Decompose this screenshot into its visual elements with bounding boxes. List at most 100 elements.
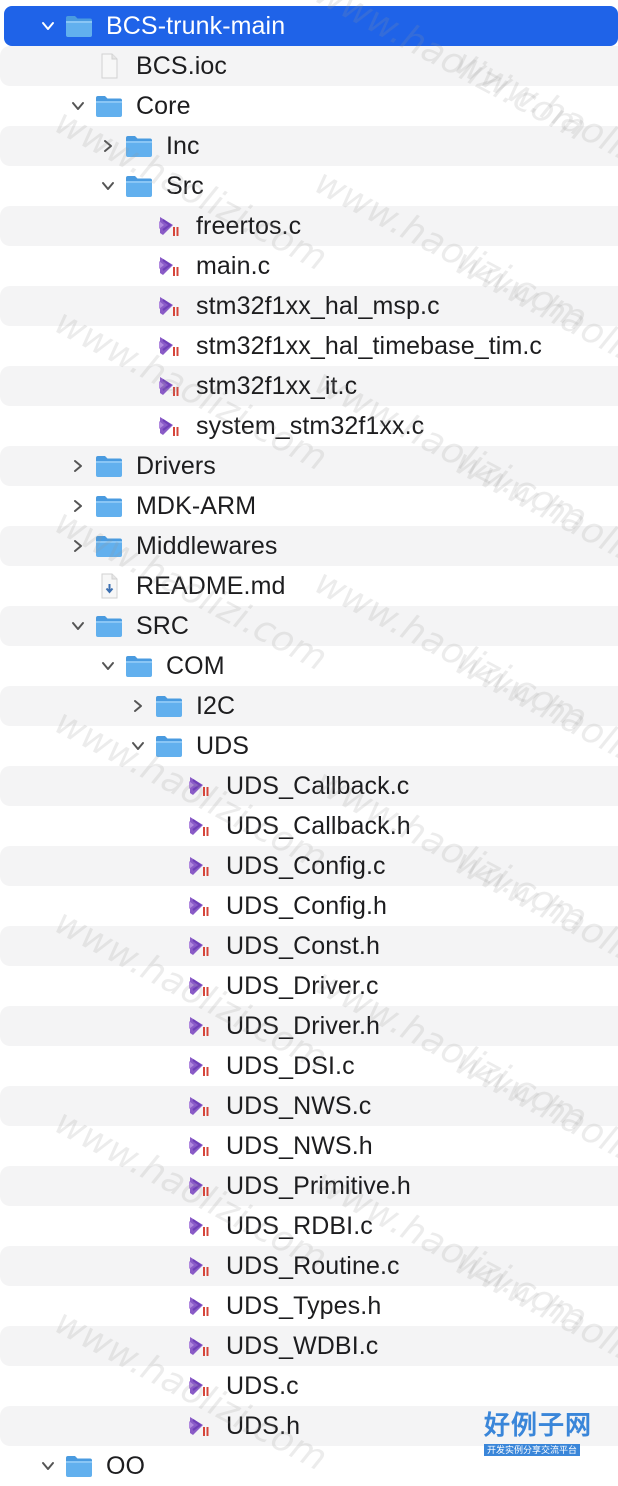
item-label: Src [166,172,204,200]
file-row[interactable]: UDS_Types.h [0,1286,618,1326]
file-row[interactable]: UDS_Callback.h [0,806,618,846]
file-row[interactable]: UDS_RDBI.c [0,1206,618,1246]
item-label: UDS_Callback.c [226,772,410,800]
folder-icon [64,12,94,40]
file-row[interactable]: UDS_Callback.c [0,766,618,806]
file-row[interactable]: UDS_NWS.c [0,1086,618,1126]
chevron-right-icon[interactable] [100,138,116,154]
file-row[interactable]: freertos.c [0,206,618,246]
source-file-icon [184,1372,214,1400]
item-label: UDS_Const.h [226,932,380,960]
folder-icon [124,172,154,200]
item-label: UDS_NWS.c [226,1092,372,1120]
source-file-icon [184,1052,214,1080]
item-label: Middlewares [136,532,278,560]
source-file-icon [184,1212,214,1240]
file-row[interactable]: main.c [0,246,618,286]
item-label: BCS.ioc [136,52,228,80]
file-row[interactable]: stm32f1xx_hal_msp.c [0,286,618,326]
item-label: UDS_Driver.h [226,1012,381,1040]
source-file-icon [184,812,214,840]
source-file-icon [154,332,184,360]
folder-row[interactable]: BCS-trunk-main [4,6,618,46]
folder-row[interactable]: OO [0,1446,618,1486]
chevron-right-icon[interactable] [70,498,86,514]
file-row[interactable]: UDS_Config.c [0,846,618,886]
file-row[interactable]: BCS.ioc [0,46,618,86]
item-label: README.md [136,572,286,600]
file-row[interactable]: stm32f1xx_it.c [0,366,618,406]
folder-row[interactable]: UDS [0,726,618,766]
markdown-file-icon [94,572,124,600]
folder-row[interactable]: Middlewares [0,526,618,566]
file-row[interactable]: UDS_Const.h [0,926,618,966]
file-row[interactable]: UDS.c [0,1366,618,1406]
chevron-down-icon[interactable] [70,98,86,114]
item-label: system_stm32f1xx.c [196,412,425,440]
item-label: UDS_Types.h [226,1292,382,1320]
source-file-icon [154,252,184,280]
item-label: UDS_WDBI.c [226,1332,379,1360]
file-tree: BCS-trunk-main BCS.ioc Core Inc Src freertos.… [0,0,618,1480]
folder-row[interactable]: SRC [0,606,618,646]
source-file-icon [184,1132,214,1160]
item-label: MDK-ARM [136,492,257,520]
folder-icon [94,92,124,120]
item-label: UDS_Primitive.h [226,1172,411,1200]
chevron-down-icon[interactable] [130,738,146,754]
folder-row[interactable]: Core [0,86,618,126]
item-label: UDS_Routine.c [226,1252,400,1280]
item-label: Inc [166,132,200,160]
folder-icon [124,132,154,160]
chevron-right-icon[interactable] [70,538,86,554]
folder-row[interactable]: I2C [0,686,618,726]
source-file-icon [154,412,184,440]
file-row[interactable]: stm32f1xx_hal_timebase_tim.c [0,326,618,366]
folder-row[interactable]: Drivers [0,446,618,486]
folder-row[interactable]: MDK-ARM [0,486,618,526]
source-file-icon [184,932,214,960]
folder-icon [94,532,124,560]
folder-icon [94,492,124,520]
file-row[interactable]: UDS_Driver.h [0,1006,618,1046]
source-file-icon [184,1292,214,1320]
file-row[interactable]: UDS_Config.h [0,886,618,926]
source-file-icon [184,972,214,1000]
item-label: UDS_DSI.c [226,1052,355,1080]
item-label: UDS [196,732,250,760]
chevron-down-icon[interactable] [70,618,86,634]
chevron-down-icon[interactable] [40,1458,56,1474]
file-row[interactable]: README.md [0,566,618,606]
file-row[interactable]: UDS_DSI.c [0,1046,618,1086]
item-label: UDS_Config.c [226,852,386,880]
folder-row[interactable]: Src [0,166,618,206]
chevron-right-icon[interactable] [130,698,146,714]
chevron-down-icon[interactable] [100,178,116,194]
source-file-icon [184,1092,214,1120]
file-row[interactable]: UDS.h [0,1406,618,1446]
file-row[interactable]: UDS_Routine.c [0,1246,618,1286]
item-label: UDS_NWS.h [226,1132,373,1160]
folder-row[interactable]: Inc [0,126,618,166]
folder-row[interactable]: COM [0,646,618,686]
chevron-right-icon[interactable] [70,458,86,474]
folder-icon [154,732,184,760]
item-label: UDS_Driver.c [226,972,379,1000]
item-label: BCS-trunk-main [106,12,286,40]
source-file-icon [184,772,214,800]
file-row[interactable]: UDS_Primitive.h [0,1166,618,1206]
document-icon [94,52,124,80]
item-label: UDS_Callback.h [226,812,411,840]
item-label: SRC [136,612,190,640]
file-row[interactable]: UDS_NWS.h [0,1126,618,1166]
file-row[interactable]: system_stm32f1xx.c [0,406,618,446]
item-label: UDS.h [226,1412,301,1440]
source-file-icon [154,212,184,240]
file-row[interactable]: UDS_Driver.c [0,966,618,1006]
item-label: Core [136,92,191,120]
chevron-down-icon[interactable] [40,18,56,34]
chevron-down-icon[interactable] [100,658,116,674]
file-row[interactable]: UDS_WDBI.c [0,1326,618,1366]
source-file-icon [184,892,214,920]
item-label: stm32f1xx_hal_timebase_tim.c [196,332,543,360]
